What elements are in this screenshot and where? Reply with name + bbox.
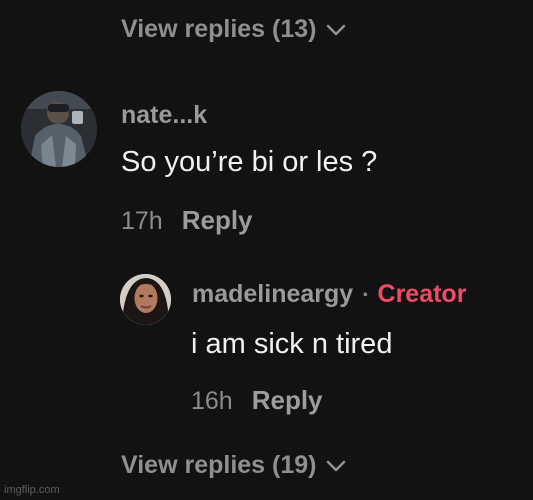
creator-badge: Creator [377, 280, 467, 308]
creator-avatar[interactable] [120, 274, 171, 325]
separator-dot: · [362, 281, 370, 307]
reply-timestamp: 16h [191, 387, 233, 415]
view-replies-button-bottom[interactable]: View replies (19) [121, 451, 346, 480]
reply-button[interactable]: Reply [182, 205, 253, 236]
creator-username[interactable]: madelineargy [192, 280, 353, 309]
comment-meta: 17h Reply [121, 205, 253, 236]
commenter-username[interactable]: nate...k [121, 101, 207, 130]
creator-username-row: madelineargy · Creator [192, 280, 466, 309]
view-replies-label: View replies (13) [121, 15, 317, 43]
comment-text: So you’re bi or les ? [121, 146, 378, 178]
view-replies-label: View replies (19) [121, 451, 317, 479]
imgflip-watermark: imgflip.com [4, 484, 60, 496]
comment-timestamp: 17h [121, 207, 163, 235]
creator-avatar-photo [120, 274, 171, 325]
reply-to-reply-button[interactable]: Reply [252, 385, 323, 416]
chevron-down-icon [327, 460, 346, 471]
commenter-avatar[interactable] [21, 91, 97, 167]
view-replies-button-top[interactable]: View replies (13) [121, 15, 346, 44]
reply-text: i am sick n tired [191, 328, 393, 360]
chevron-down-icon [327, 24, 346, 35]
avatar-photo [21, 91, 97, 167]
reply-meta: 16h Reply [191, 385, 323, 416]
